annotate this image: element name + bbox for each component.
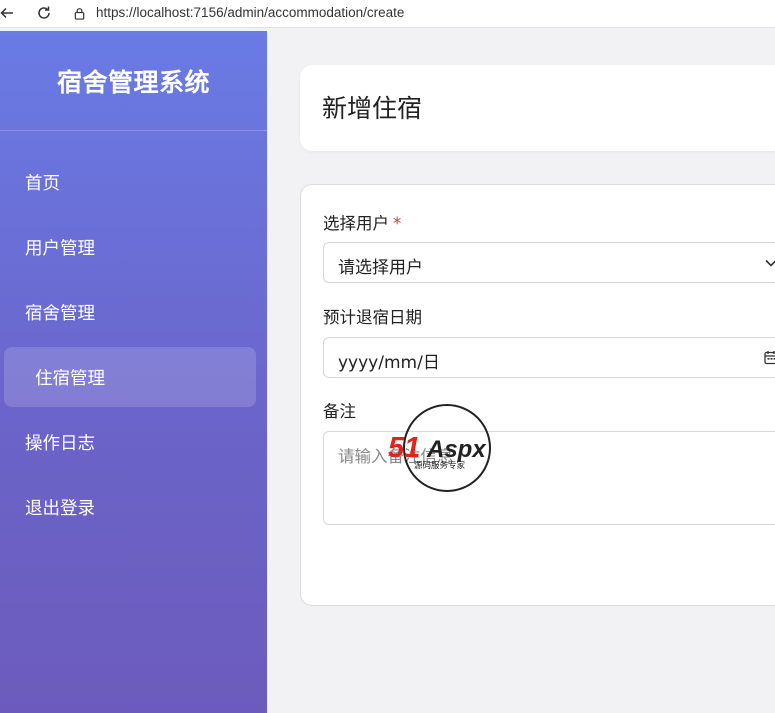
app-title: 宿舍管理系统 bbox=[0, 31, 267, 131]
sidebar-item-accommodation[interactable]: 住宿管理 bbox=[4, 347, 256, 407]
user-select[interactable]: 请选择用户 bbox=[323, 242, 775, 283]
svg-text:源码服务专家: 源码服务专家 bbox=[414, 460, 466, 471]
reload-icon bbox=[38, 6, 50, 19]
user-label-text: 选择用户 bbox=[323, 214, 389, 233]
calendar-icon[interactable] bbox=[764, 350, 775, 365]
browser-toolbar: https://localhost:7156/admin/accommodati… bbox=[0, 0, 775, 28]
svg-text:51: 51 bbox=[388, 432, 420, 464]
sidebar-item-home[interactable]: 首页 bbox=[4, 152, 256, 212]
user-select-value: 请选择用户 bbox=[338, 258, 423, 278]
sidebar-item-dormitories[interactable]: 宿舍管理 bbox=[4, 282, 256, 342]
site-info-button[interactable] bbox=[67, 1, 91, 25]
checkout-date-input[interactable]: yyyy/mm/日 bbox=[323, 337, 775, 378]
svg-text:Aspx: Aspx bbox=[426, 436, 487, 463]
remark-label: 备注 bbox=[323, 402, 356, 421]
sidebar: 宿舍管理系统 首页 用户管理 宿舍管理 住宿管理 操作日志 退出登录 bbox=[0, 31, 267, 713]
chevron-down-icon bbox=[765, 259, 775, 267]
arrow-left-icon bbox=[0, 7, 13, 19]
reload-button[interactable] bbox=[33, 2, 55, 24]
user-field-label: 选择用户 * bbox=[323, 210, 401, 234]
checkout-date-label: 预计退宿日期 bbox=[323, 308, 422, 327]
sidebar-item-users[interactable]: 用户管理 bbox=[4, 217, 256, 277]
sidebar-item-logs[interactable]: 操作日志 bbox=[4, 412, 256, 472]
checkout-date-value: yyyy/mm/日 bbox=[338, 353, 440, 373]
page-header-card: 新增住宿 bbox=[300, 65, 775, 151]
lock-icon bbox=[74, 7, 84, 20]
accommodation-form: 选择用户 * 请选择用户 预计退宿日期 yyyy/mm/日 备注 请输入备注信息 bbox=[300, 184, 775, 606]
page-title: 新增住宿 bbox=[322, 94, 423, 123]
watermark-logo: 51 Aspx 源码服务专家 bbox=[388, 404, 491, 492]
required-mark: * bbox=[393, 214, 402, 233]
sidebar-item-logout[interactable]: 退出登录 bbox=[4, 477, 256, 537]
address-bar[interactable]: https://localhost:7156/admin/accommodati… bbox=[96, 5, 404, 20]
back-button[interactable] bbox=[0, 2, 18, 24]
